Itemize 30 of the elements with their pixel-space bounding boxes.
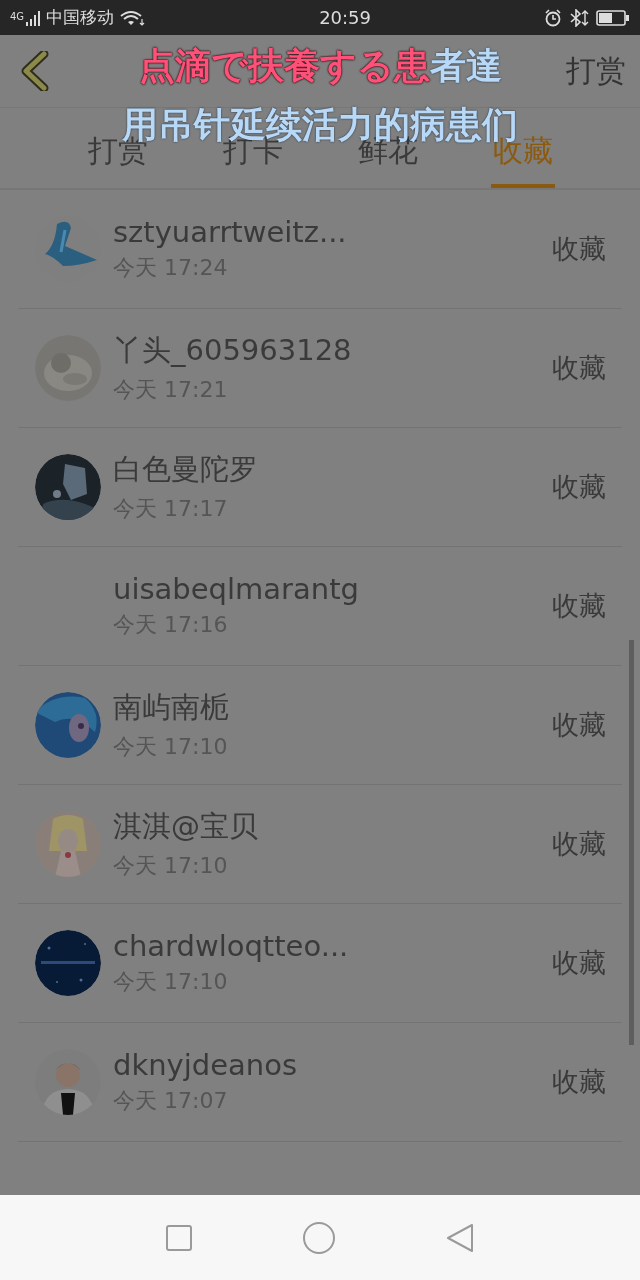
recents-icon[interactable]: [164, 1223, 193, 1252]
action-label: 收藏: [552, 351, 606, 385]
signal-icon: [26, 9, 41, 26]
home-icon[interactable]: [302, 1220, 336, 1255]
carrier-name: 中国移动: [46, 6, 115, 29]
user-name: chardwloqtteo...: [113, 929, 350, 963]
reward-button[interactable]: 打赏: [566, 50, 626, 92]
user-name: dknyjdeanos: [113, 1048, 299, 1082]
action-label: 收藏: [552, 589, 606, 623]
action-label: 收藏: [552, 827, 606, 861]
network-type: 4G: [10, 11, 25, 22]
user-name: 南屿南栀: [113, 689, 230, 726]
user-name: uisabeqlmarantg: [113, 572, 360, 606]
clock-time: 20:59: [319, 7, 371, 28]
action-label: 收藏: [552, 470, 606, 504]
user-name: 丫头_605963128: [113, 332, 353, 369]
battery-icon: [596, 9, 630, 26]
action-label: 收藏: [552, 946, 606, 980]
action-label: 收藏: [552, 708, 606, 742]
back-nav-icon[interactable]: [445, 1222, 476, 1253]
action-label: 收藏: [552, 232, 606, 266]
wifi-icon: [120, 9, 147, 26]
bluetooth-icon: [568, 8, 590, 27]
subtitle-highlighted-text: 点滴で扶養する患: [138, 45, 430, 86]
user-name: sztyuarrtweitz...: [113, 215, 348, 249]
subtitle-text: 者達: [429, 45, 502, 86]
alarm-icon: [544, 8, 562, 27]
user-name: 淇淇@宝贝: [113, 808, 259, 845]
action-label: 收藏: [552, 1065, 606, 1099]
user-name: 白色曼陀罗: [113, 451, 259, 488]
